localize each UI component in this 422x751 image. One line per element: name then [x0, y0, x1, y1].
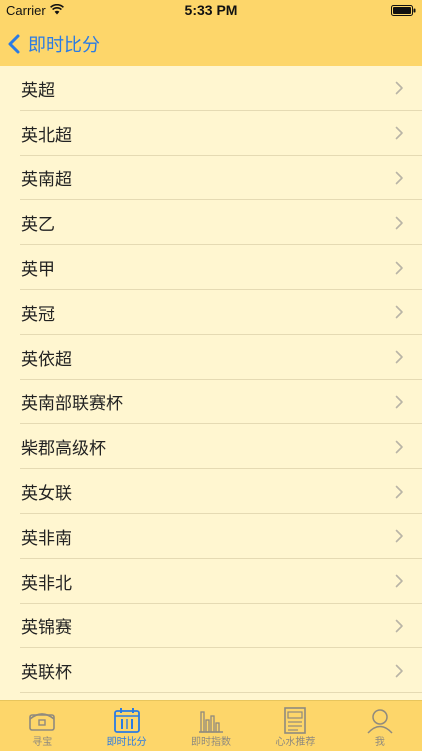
tab-5[interactable]: 我 — [338, 701, 422, 751]
list-item-label: 英甲 — [21, 260, 55, 281]
list-item[interactable]: 英冠 — [0, 290, 422, 335]
list-item[interactable]: 英超 — [0, 66, 422, 111]
header: Carrier 5:33 PM 即时比分 — [0, 0, 422, 66]
list-item-label: 英非南 — [21, 528, 72, 549]
tab-bar: 寻宝 即时比分 即时指数 心水推荐 我 — [0, 700, 422, 751]
chevron-right-icon — [395, 619, 403, 633]
list-item[interactable]: 英南超 — [0, 156, 422, 201]
chevron-right-icon — [395, 574, 403, 588]
chevron-right-icon — [395, 306, 403, 319]
back-button[interactable]: 即时比分 — [6, 22, 100, 66]
list-item[interactable]: 英非南 — [0, 514, 422, 559]
user-profile-icon — [367, 709, 393, 734]
calendar-scoreboard-icon — [113, 708, 140, 733]
status-time: 5:33 PM — [184, 2, 238, 18]
list-item-label: 英锦赛 — [21, 618, 72, 639]
list-item-label: 英南部联赛杯 — [21, 394, 123, 415]
list-item[interactable]: 英甲 — [0, 245, 422, 290]
tab-label: 寻宝 — [32, 737, 53, 748]
list-item-label: 英联杯 — [21, 663, 72, 684]
tab-4[interactable]: 心水推荐 — [253, 701, 337, 751]
chevron-left-icon — [8, 34, 20, 54]
list-item[interactable]: 英依超 — [0, 335, 422, 380]
chevron-right-icon — [395, 261, 403, 274]
league-list: 英超英北超英南超英乙英甲英冠英依超英南部联赛杯 柴郡高级杯英女联英非南英非北英锦赛… — [0, 66, 422, 700]
battery-icon — [391, 5, 416, 16]
chevron-right-icon — [395, 82, 403, 95]
list-item[interactable]: 英女联 — [0, 469, 422, 514]
chevron-right-icon — [395, 216, 403, 230]
bar-chart-icon — [199, 711, 224, 733]
tab-3[interactable]: 即时指数 — [169, 701, 253, 751]
list-item[interactable]: 英乙 — [0, 200, 422, 245]
tab-label: 即时比分 — [106, 737, 147, 748]
list-item[interactable]: 英锦赛 — [0, 604, 422, 649]
tab-label: 即时指数 — [191, 737, 232, 748]
list-item[interactable]: 英南部联赛杯 — [0, 380, 422, 425]
list-item-label: 英北超 — [21, 125, 72, 146]
chevron-right-icon — [395, 126, 403, 140]
chevron-right-icon — [395, 485, 403, 498]
chevron-right-icon — [395, 440, 403, 454]
list-item-label: 英南超 — [21, 170, 72, 191]
list-item-label: 英女联 — [21, 484, 72, 505]
list-item-label: 柴郡高级杯 — [21, 439, 106, 460]
chevron-right-icon — [395, 530, 403, 543]
list-item-label: 英冠 — [21, 304, 55, 325]
list-item-label: 英乙 — [21, 215, 55, 236]
list-item[interactable]: 英联杯 — [0, 648, 422, 693]
list-item[interactable]: 柴郡高级杯 — [0, 424, 422, 469]
chevron-right-icon — [395, 664, 403, 678]
list-item-label: 英超 — [21, 80, 55, 101]
treasure-chest-icon — [29, 713, 56, 731]
chevron-right-icon — [395, 171, 403, 185]
list-item-label: 英非北 — [21, 573, 72, 594]
tab-label: 心水推荐 — [275, 737, 316, 748]
nav-bar: 即时比分 — [0, 22, 422, 66]
tab-2[interactable]: 即时比分 — [84, 701, 168, 751]
chevron-right-icon — [395, 395, 403, 409]
document-icon — [284, 707, 307, 734]
tab-1[interactable]: 寻宝 — [0, 701, 84, 751]
back-label: 即时比分 — [28, 35, 100, 56]
status-bar: Carrier 5:33 PM — [0, 0, 422, 22]
tab-label: 我 — [374, 737, 385, 748]
list-item[interactable]: 英北超 — [0, 111, 422, 156]
chevron-right-icon — [395, 350, 403, 364]
list-item-label: 英依超 — [21, 349, 72, 370]
list-item[interactable]: 英非北 — [0, 559, 422, 604]
